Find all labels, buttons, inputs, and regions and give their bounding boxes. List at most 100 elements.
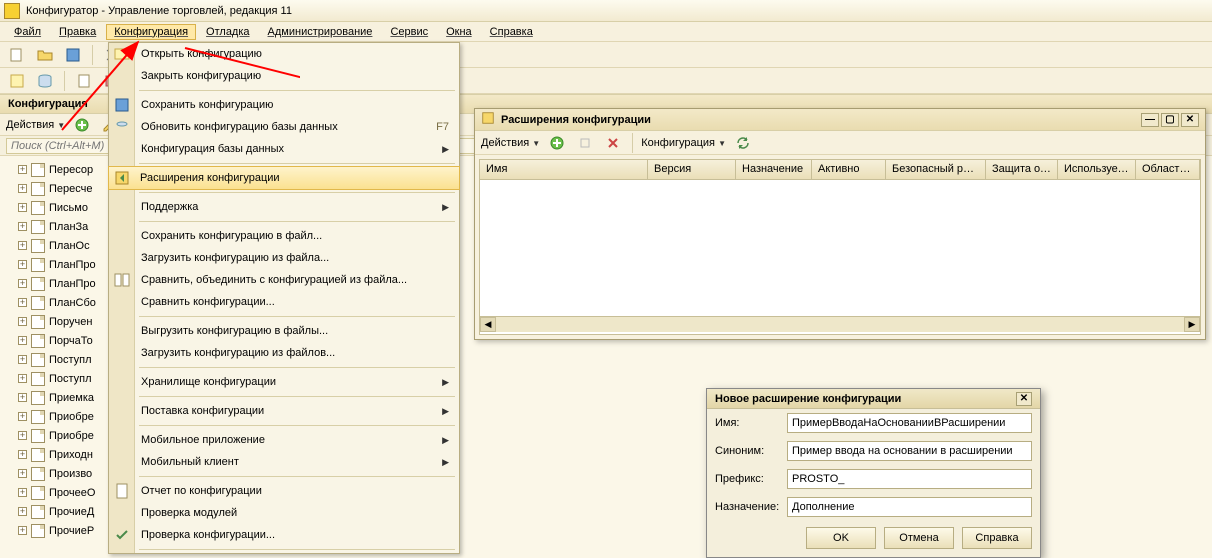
col-purpose[interactable]: Назначение [736,160,812,179]
col-protect[interactable]: Защита от ... [986,160,1058,179]
menu-save-config[interactable]: Сохранить конфигурацию [109,94,459,116]
menu-windows[interactable]: Окна [438,24,480,40]
expand-icon[interactable]: + [18,374,27,383]
expand-icon[interactable]: + [18,279,27,288]
expand-icon[interactable]: + [18,222,27,231]
col-version[interactable]: Версия [648,160,736,179]
ext-icon [114,170,130,186]
grid-hscroll[interactable]: ◀▶ [480,316,1200,332]
menu-delivery[interactable]: Поставка конфигурации▶ [109,400,459,422]
save-icon [114,97,130,113]
tb-new-icon[interactable] [6,44,28,66]
tb-save-icon[interactable] [62,44,84,66]
expand-icon[interactable]: + [18,355,27,364]
menu-compare-file[interactable]: Сравнить, объединить с конфигурацией из … [109,269,459,291]
ext-delete-button[interactable] [602,132,624,154]
window-title: Конфигуратор - Управление торговлей, ред… [26,5,292,17]
tree-label: Пересор [49,164,93,176]
document-icon [31,391,45,405]
menu-admin[interactable]: Администрирование [260,24,381,40]
tb2-tree-icon[interactable] [6,70,28,92]
menu-mobile-client[interactable]: Мобильный клиент▶ [109,451,459,473]
expand-icon[interactable]: + [18,184,27,193]
minimize-button[interactable]: — [1141,113,1159,127]
ext-config-dropdown[interactable]: Конфигурация ▼ [641,137,726,149]
document-icon [31,505,45,519]
expand-icon[interactable]: + [18,165,27,174]
menu-export-files[interactable]: Выгрузить конфигурацию в файлы... [109,320,459,342]
menu-db-config[interactable]: Конфигурация базы данных▶ [109,138,459,160]
ext-win-title: Расширения конфигурации [501,114,651,126]
expand-icon[interactable]: + [18,317,27,326]
menu-check-modules[interactable]: Проверка модулей [109,502,459,524]
expand-icon[interactable]: + [18,241,27,250]
ext-refresh-button[interactable] [732,132,754,154]
tb-open-icon[interactable] [34,44,56,66]
menu-check-config[interactable]: Проверка конфигурации... [109,524,459,546]
tree-label: Приобре [49,411,94,423]
menu-config[interactable]: Конфигурация [106,24,196,40]
menu-compare[interactable]: Сравнить конфигурации... [109,291,459,313]
expand-icon[interactable]: + [18,488,27,497]
tree-label: ПрочиеР [49,525,94,537]
tree-label: ПрочееО [49,487,95,499]
document-icon [31,429,45,443]
col-scope[interactable]: Область ... [1136,160,1200,179]
expand-icon[interactable]: + [18,260,27,269]
document-icon [31,258,45,272]
expand-icon[interactable]: + [18,450,27,459]
menu-open-config[interactable]: Открыть конфигурацию [109,43,459,65]
tree-label: Письмо [49,202,88,214]
tree-label: ПрочиеД [49,506,94,518]
input-synonym[interactable] [787,441,1032,461]
cancel-button[interactable]: Отмена [884,527,954,549]
menu-update-db[interactable]: Обновить конфигурацию базы данныхF7 [109,116,459,138]
input-name[interactable] [787,413,1032,433]
menu-debug[interactable]: Отладка [198,24,257,40]
expand-icon[interactable]: + [18,526,27,535]
help-button[interactable]: Справка [962,527,1032,549]
actions-dropdown[interactable]: Действия ▼ [6,119,65,131]
app-icon [4,3,20,19]
menu-report[interactable]: Отчет по конфигурации [109,480,459,502]
expand-icon[interactable]: + [18,336,27,345]
menu-support[interactable]: Поддержка▶ [109,196,459,218]
document-icon [31,353,45,367]
maximize-button[interactable]: ▢ [1161,113,1179,127]
close-button[interactable]: ✕ [1181,113,1199,127]
expand-icon[interactable]: + [18,412,27,421]
menu-edit[interactable]: Правка [51,24,104,40]
expand-icon[interactable]: + [18,469,27,478]
menu-service[interactable]: Сервис [382,24,436,40]
ext-win-icon [481,111,495,128]
tb2-clipboard-icon[interactable] [73,70,95,92]
menu-import-files[interactable]: Загрузить конфигурацию из файлов... [109,342,459,364]
ok-button[interactable]: OK [806,527,876,549]
col-active[interactable]: Активно [812,160,886,179]
add-icon[interactable] [71,114,93,136]
expand-icon[interactable]: + [18,507,27,516]
input-prefix[interactable] [787,469,1032,489]
expand-icon[interactable]: + [18,431,27,440]
col-used[interactable]: Использует... [1058,160,1136,179]
menu-save-file[interactable]: Сохранить конфигурацию в файл... [109,225,459,247]
menu-load-file[interactable]: Загрузить конфигурацию из файла... [109,247,459,269]
ext-actions-dropdown[interactable]: Действия ▼ [481,137,540,149]
menu-help[interactable]: Справка [482,24,541,40]
ext-copy-button[interactable] [574,132,596,154]
menu-mobile-app[interactable]: Мобильное приложение▶ [109,429,459,451]
expand-icon[interactable]: + [18,203,27,212]
col-name[interactable]: Имя [480,160,648,179]
ext-add-button[interactable] [546,132,568,154]
expand-icon[interactable]: + [18,298,27,307]
col-safe[interactable]: Безопасный реж... [886,160,986,179]
tb2-db-icon[interactable] [34,70,56,92]
menu-extensions[interactable]: Расширения конфигурации [108,166,460,190]
menu-repo[interactable]: Хранилище конфигурации▶ [109,371,459,393]
ext-grid[interactable]: Имя Версия Назначение Активно Безопасный… [479,159,1201,335]
dlg-close-button[interactable]: ✕ [1016,392,1032,406]
expand-icon[interactable]: + [18,393,27,402]
menu-file[interactable]: Файл [6,24,49,40]
input-purpose[interactable] [787,497,1032,517]
menu-close-config[interactable]: Закрыть конфигурацию [109,65,459,87]
